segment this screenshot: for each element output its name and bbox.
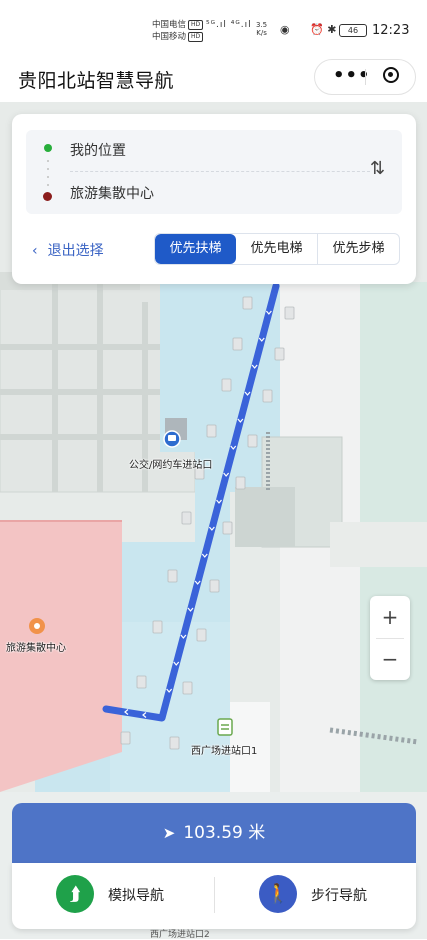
carrier-info: 中国电信 HD 中国移动 HD — [152, 19, 204, 43]
route-divider — [70, 171, 370, 172]
alarm-bluetooth-icon: ⏰ ✱ — [310, 23, 337, 36]
route-dot — [47, 168, 49, 170]
start-dot-icon — [44, 144, 52, 152]
walk-navigation-label: 步行导航 — [311, 888, 367, 904]
zoom-in-button[interactable]: + — [370, 596, 410, 638]
route-preference-selector: 优先扶梯 优先电梯 优先步梯 — [154, 233, 400, 265]
navigation-actions: ⮭ 模拟导航 🚶 步行导航 — [12, 863, 416, 929]
turn-arrow-icon: ⮭ — [56, 875, 94, 913]
carrier-2: 中国移动 — [152, 32, 187, 42]
origin-field[interactable]: 我的位置 — [70, 140, 126, 160]
speed-value: 3.5 — [256, 21, 268, 29]
zoom-control: + − — [370, 596, 410, 680]
swap-arrows-icon[interactable]: ⇅ — [370, 158, 385, 179]
clock: 12:23 — [372, 23, 410, 38]
bus-station-label[interactable]: 公交/网约车进站口 — [129, 456, 212, 471]
route-dot — [47, 176, 49, 178]
route-dot — [47, 160, 49, 162]
network-speed: 3.5 K/s — [256, 21, 267, 37]
capsule-divider — [365, 69, 366, 85]
simulate-navigation-label: 模拟导航 — [108, 888, 164, 904]
simulate-navigation-button[interactable]: ⮭ 模拟导航 — [12, 863, 214, 929]
notification-icon: ◉ — [280, 23, 290, 36]
hd-badge-2: HD — [188, 31, 204, 42]
hd-badge: HD — [188, 19, 204, 30]
speed-unit: K/s — [256, 29, 267, 37]
tourism-center-icon — [29, 618, 45, 634]
paper-plane-icon: ➤ — [162, 824, 176, 842]
walk-navigation-button[interactable]: 🚶 步行导航 — [215, 863, 416, 929]
route-endpoints: 我的位置 旅游集散中心 ⇅ — [26, 130, 402, 214]
mini-program-capsule: ••• — [314, 59, 416, 95]
west-entrance-icon — [217, 718, 233, 736]
carrier-1: 中国电信 — [152, 20, 187, 30]
battery-icon: 46 — [339, 24, 367, 37]
zoom-out-button[interactable]: − — [370, 638, 410, 680]
walking-person-icon: 🚶 — [259, 875, 297, 913]
page-title: 贵阳北站智慧导航 — [18, 70, 175, 92]
route-dot — [47, 184, 49, 186]
chevron-left-icon: ‹ — [32, 243, 38, 259]
distance-display: ➤ 103.59 米 — [12, 803, 416, 863]
distance-value: 103.59 米 — [183, 823, 266, 843]
signal-icon: ⁵ᴳ.ıl ⁴ᴳ.ıl — [206, 20, 252, 30]
route-card: 我的位置 旅游集散中心 ⇅ ‹ 退出选择 优先扶梯 优先电梯 优先步梯 — [12, 114, 416, 284]
exit-selection-button[interactable]: ‹ 退出选择 — [32, 240, 104, 260]
distance-bar: ➤ 103.59 米 — [12, 803, 416, 863]
destination-field[interactable]: 旅游集散中心 — [70, 183, 154, 203]
status-bar: 中国电信 HD 中国移动 HD ⁵ᴳ.ıl ⁴ᴳ.ıl 3.5 K/s ◉ ⏰ ✱ … — [0, 0, 427, 58]
tourism-center-label[interactable]: 旅游集散中心 — [6, 639, 66, 654]
option-stairs[interactable]: 优先步梯 — [318, 234, 399, 264]
title-bar: 贵阳北站智慧导航 ••• — [0, 58, 427, 102]
option-escalator[interactable]: 优先扶梯 — [155, 234, 236, 264]
exit-label: 退出选择 — [47, 243, 104, 259]
west-entrance-2-label: 西广场进站口2 — [150, 930, 210, 940]
end-dot-icon — [43, 192, 52, 201]
target-circle-icon[interactable] — [383, 67, 399, 83]
west-entrance-label[interactable]: 西广场进站口1 — [191, 742, 257, 757]
option-elevator[interactable]: 优先电梯 — [236, 234, 317, 264]
